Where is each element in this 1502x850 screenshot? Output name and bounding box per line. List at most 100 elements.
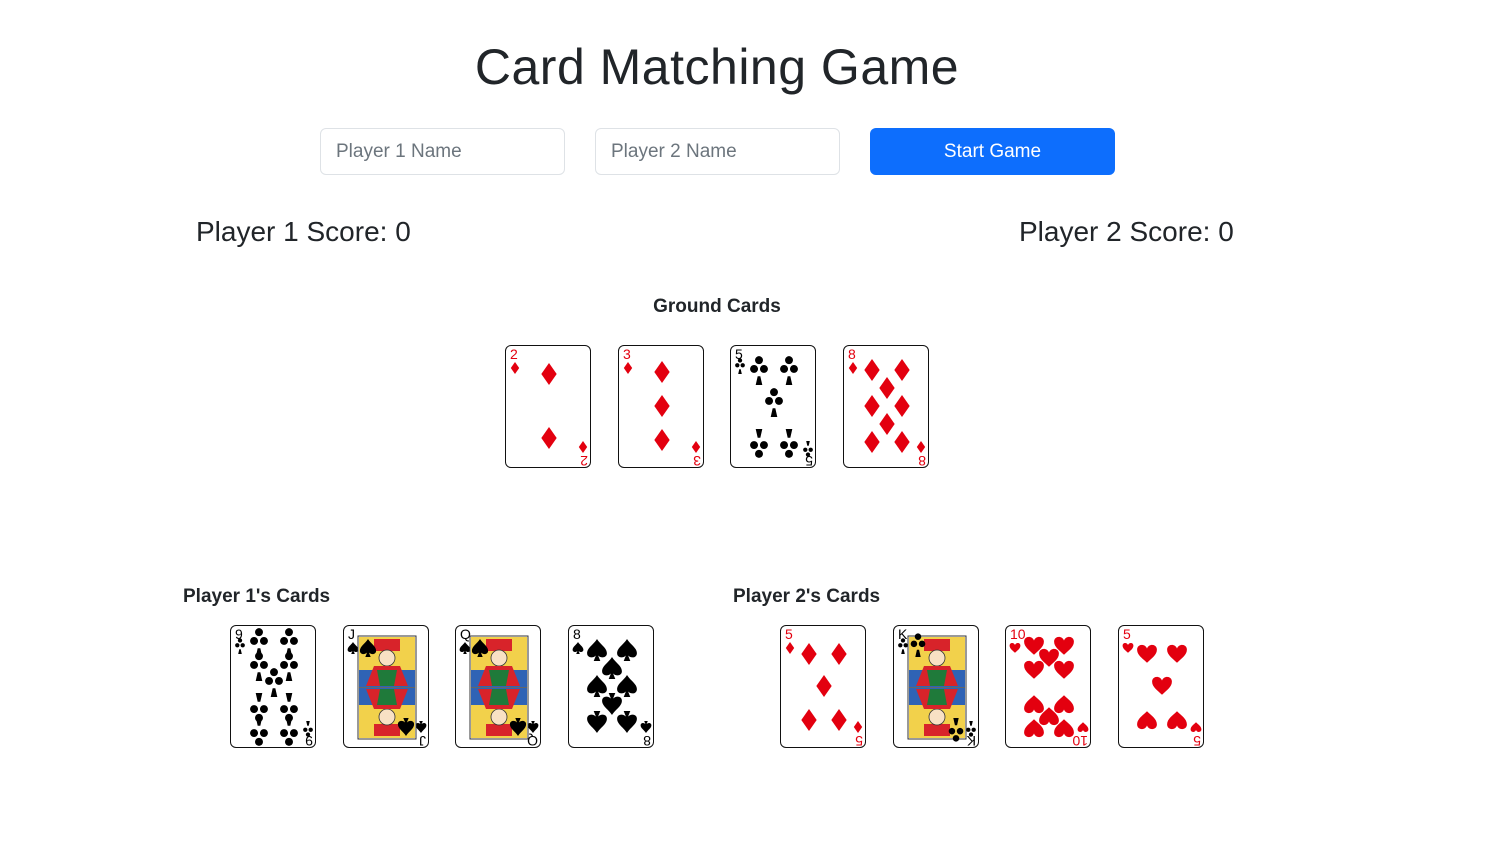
card-rank: 2 — [580, 453, 588, 468]
heart-pip — [1054, 660, 1074, 679]
spade-pip — [616, 675, 637, 697]
corner-spade-icon — [572, 642, 583, 654]
corner-diamond-icon — [691, 441, 700, 453]
spade-pip — [616, 639, 637, 661]
player2-card-3[interactable]: 10 10 — [1005, 625, 1091, 748]
spade-pip — [586, 675, 607, 697]
corner-spade-icon — [640, 721, 651, 733]
heart-pip — [1136, 644, 1157, 663]
club-pip — [280, 652, 298, 681]
spade-pip — [616, 711, 637, 733]
diamond-pip — [831, 643, 847, 665]
diamond-pip — [878, 413, 895, 435]
card-rank: 5 — [1123, 626, 1131, 642]
player2-score: Player 2 Score: 0 — [1019, 216, 1234, 247]
player2-card-1[interactable]: 55 — [780, 625, 866, 748]
card-rank: 8 — [848, 346, 856, 362]
card-rank: 3 — [693, 453, 701, 468]
corner-diamond-icon — [578, 441, 588, 453]
card-rank: Q — [527, 733, 538, 748]
face-card-portrait — [469, 635, 529, 740]
corner-heart-icon — [1077, 722, 1089, 732]
corner-diamond-icon — [785, 642, 795, 654]
corner-diamond-icon — [916, 441, 925, 453]
diamond-pip — [831, 709, 847, 731]
spade-pip — [586, 639, 607, 661]
diamond-pip — [653, 395, 670, 417]
diamond-pip — [878, 377, 895, 399]
diamond-pip — [816, 675, 832, 697]
ground-card-1[interactable]: 22 — [505, 345, 591, 468]
card-rank: J — [348, 626, 355, 642]
heart-pip — [1166, 711, 1187, 730]
corner-diamond-icon — [853, 721, 863, 733]
player1-name-input[interactable] — [320, 128, 565, 175]
heart-pip — [1054, 695, 1074, 714]
diamond-pip — [801, 709, 817, 731]
corner-diamond-icon — [848, 362, 857, 374]
club-pip — [780, 429, 798, 458]
diamond-pip — [863, 431, 880, 453]
card-rank: 5 — [1193, 733, 1201, 748]
corner-spade-icon — [527, 721, 539, 733]
corner-heart-icon — [1122, 643, 1133, 653]
spade-pip — [601, 693, 622, 715]
card-rank: 8 — [573, 626, 581, 642]
ground-card-3[interactable]: 55 — [730, 345, 816, 468]
ground-card-2[interactable]: 33 — [617, 345, 704, 468]
club-pip — [280, 717, 298, 746]
player1-card-4[interactable]: 88 — [567, 625, 654, 748]
card-rank: 8 — [918, 453, 926, 468]
diamond-pip — [541, 363, 557, 385]
heart-pip — [1166, 644, 1187, 663]
corner-heart-icon — [1009, 643, 1021, 653]
corner-diamond-icon — [623, 362, 632, 374]
ground-cards-heading: Ground Cards — [653, 296, 781, 317]
diamond-pip — [653, 361, 670, 383]
corner-spade-icon — [459, 642, 471, 654]
heart-pip — [1024, 695, 1044, 714]
card-rank: 5 — [855, 733, 863, 748]
club-pip — [780, 356, 798, 385]
club-pip — [765, 388, 783, 417]
card-rank: 10 — [1010, 626, 1026, 642]
diamond-pip — [893, 395, 910, 417]
player2-card-2[interactable]: KK — [892, 625, 979, 748]
club-pip — [250, 717, 268, 746]
diamond-pip — [863, 395, 880, 417]
player1-score: Player 1 Score: 0 — [196, 216, 411, 247]
diamond-pip — [653, 429, 670, 451]
club-pip — [750, 429, 768, 458]
player1-card-2[interactable]: JJ — [342, 625, 429, 748]
player2-name-input[interactable] — [595, 128, 840, 175]
card-rank: 2 — [510, 346, 518, 362]
diamond-pip — [541, 427, 557, 449]
diamond-pip — [863, 359, 880, 381]
club-pip — [250, 652, 268, 681]
heart-pip — [1024, 660, 1044, 679]
player2-card-4[interactable]: 55 — [1117, 625, 1204, 748]
card-rank: 10 — [1072, 733, 1088, 748]
heart-pip — [1136, 711, 1157, 730]
player1-card-1[interactable]: 99 — [230, 625, 316, 748]
heart-pip — [1151, 676, 1172, 695]
corner-spade-icon — [415, 721, 426, 733]
card-rank: 8 — [643, 733, 651, 748]
face-card-portrait — [907, 633, 966, 742]
face-card-portrait — [357, 635, 416, 740]
spade-pip — [601, 657, 622, 679]
diamond-pip — [893, 431, 910, 453]
player1-cards-heading: Player 1's Cards — [183, 586, 331, 607]
spade-pip — [586, 711, 607, 733]
player2-cards-heading: Player 2's Cards — [733, 586, 881, 607]
corner-diamond-icon — [510, 362, 520, 374]
club-pip — [265, 668, 283, 697]
player1-card-3[interactable]: QQ — [455, 625, 541, 748]
ground-card-4[interactable]: 88 — [842, 345, 929, 468]
corner-spade-icon — [347, 642, 358, 654]
card-rank: 5 — [785, 626, 793, 642]
club-pip — [750, 356, 768, 385]
diamond-pip — [801, 643, 817, 665]
card-rank: J — [419, 733, 426, 748]
start-game-button[interactable]: Start Game — [870, 128, 1115, 175]
